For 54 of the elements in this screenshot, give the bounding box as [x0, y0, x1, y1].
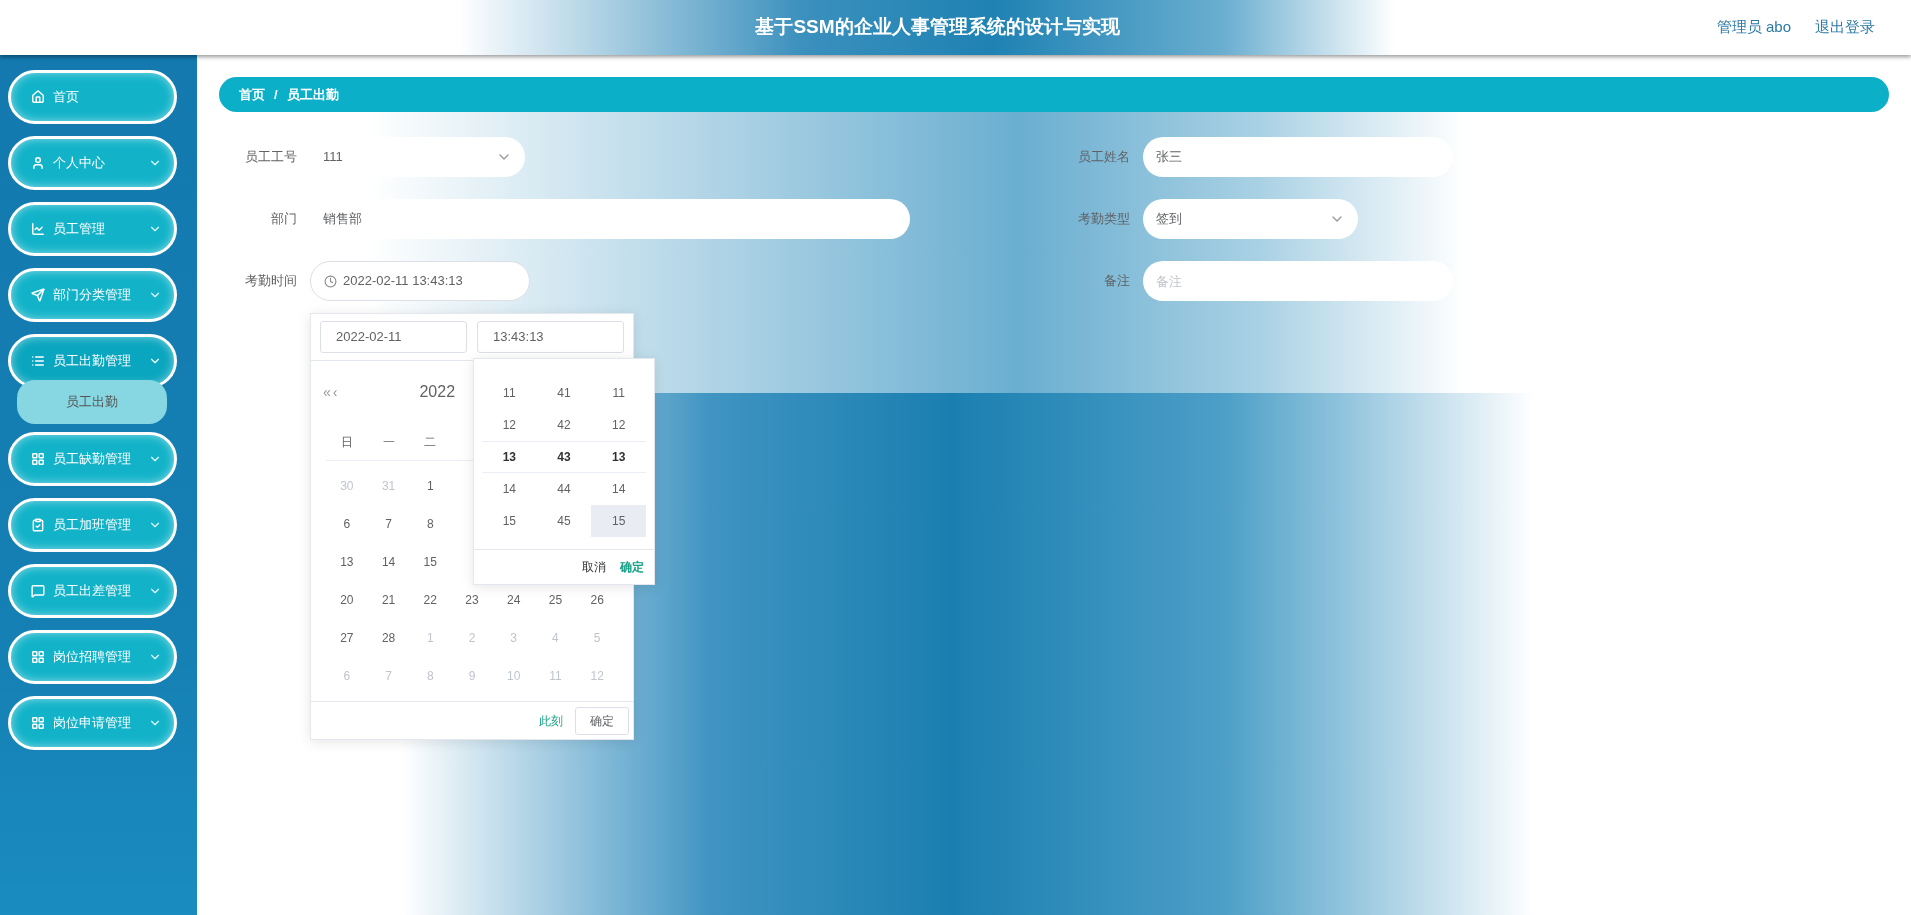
field-label: 备注 [1103, 272, 1130, 291]
field-label: 考勤类型 [1077, 210, 1130, 229]
weekday-label: 一 [381, 433, 396, 451]
calendar-day[interactable]: 26 [576, 590, 618, 609]
text-field[interactable]: 张三 [1143, 137, 1453, 177]
system-title: 基于SSM的企业人事管理系统的设计与实现 [755, 15, 1120, 40]
text-field[interactable]: 备注 [1143, 261, 1453, 301]
calendar-day[interactable]: 1 [409, 476, 452, 495]
field-label: 考勤时间 [244, 272, 297, 291]
calendar-day[interactable]: 13 [326, 552, 368, 571]
clock-icon [324, 274, 337, 288]
weekday-label: 二 [423, 433, 438, 451]
field-label: 员工工号 [244, 148, 297, 167]
clipboard-check-icon [31, 518, 45, 532]
select-field[interactable]: 签到 [1143, 199, 1358, 239]
user-icon [31, 156, 45, 170]
ok-button[interactable]: 确定 [575, 706, 629, 735]
time-input[interactable]: 13:43:13 [477, 321, 624, 353]
cancel-button[interactable]: 取消 [582, 558, 606, 577]
calendar-day[interactable]: 8 [409, 514, 452, 533]
weekday-label: 日 [339, 433, 354, 451]
paper-plane-icon [31, 288, 45, 302]
calendar-day[interactable]: 20 [326, 590, 368, 609]
message-icon [31, 584, 45, 598]
calendar-day[interactable]: 25 [534, 590, 577, 609]
calendar-day[interactable]: 15 [409, 552, 452, 571]
datetime-field[interactable]: 2022-02-11 13:43:13 [310, 261, 530, 301]
date-input[interactable]: 2022-02-11 [320, 321, 467, 353]
grid-icon [31, 650, 45, 664]
confirm-button[interactable]: 确定 [620, 558, 644, 577]
chart-icon [31, 222, 45, 236]
calendar-day[interactable]: 22 [409, 590, 452, 609]
calendar-day[interactable]: 14 [367, 552, 410, 571]
calendar-day[interactable]: 21 [367, 590, 410, 609]
calendar-day[interactable]: 6 [326, 514, 368, 533]
logout-link[interactable]: 退出登录 [1815, 16, 1875, 39]
grid-icon [31, 452, 45, 466]
field-label: 部门 [270, 210, 297, 229]
calendar-day[interactable]: 24 [492, 590, 535, 609]
list-icon [31, 354, 45, 368]
home-icon [31, 90, 45, 104]
calendar-day[interactable]: 27 [326, 628, 368, 647]
calendar-day[interactable]: 28 [367, 628, 410, 647]
breadcrumb-separator: / [274, 85, 278, 104]
calendar-day[interactable]: 23 [451, 590, 493, 609]
grid-icon [31, 716, 45, 730]
user-name: 管理员 abo [1716, 17, 1791, 38]
now-link[interactable]: 此刻 [539, 711, 563, 730]
calendar-year: 2022 [419, 382, 456, 402]
submenu-item[interactable]: 员工出勤 [17, 380, 167, 424]
time-option[interactable]: 15 [591, 505, 646, 537]
field-label: 员工姓名 [1077, 148, 1130, 167]
breadcrumb-item: 员工出勤 [286, 85, 339, 104]
calendar-day[interactable]: 7 [367, 514, 410, 533]
